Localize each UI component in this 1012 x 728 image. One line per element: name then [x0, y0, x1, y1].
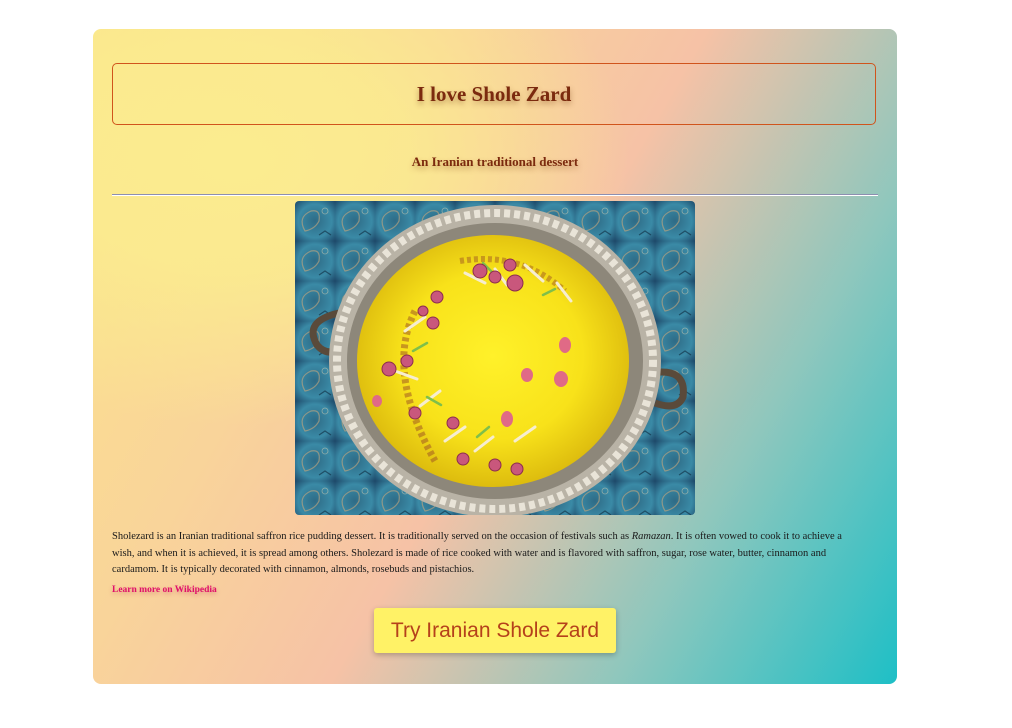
description-part-1: Sholezard is an Iranian traditional saff… — [112, 531, 632, 542]
description-emphasis: Ramazan — [631, 531, 671, 542]
description-text: Sholezard is an Iranian traditional saff… — [112, 529, 864, 579]
page-title: I love Shole Zard — [416, 82, 572, 106]
try-shole-zard-button[interactable]: Try Iranian Shole Zard — [374, 608, 616, 653]
page-subtitle: An Iranian traditional dessert — [411, 154, 579, 169]
title-box: I love Shole Zard — [112, 63, 876, 125]
content-card: I love Shole Zard An Iranian traditional… — [93, 29, 897, 684]
wikipedia-link[interactable]: Learn more on Wikipedia — [112, 585, 217, 595]
divider — [112, 194, 878, 196]
shole-zard-photo — [295, 201, 695, 515]
